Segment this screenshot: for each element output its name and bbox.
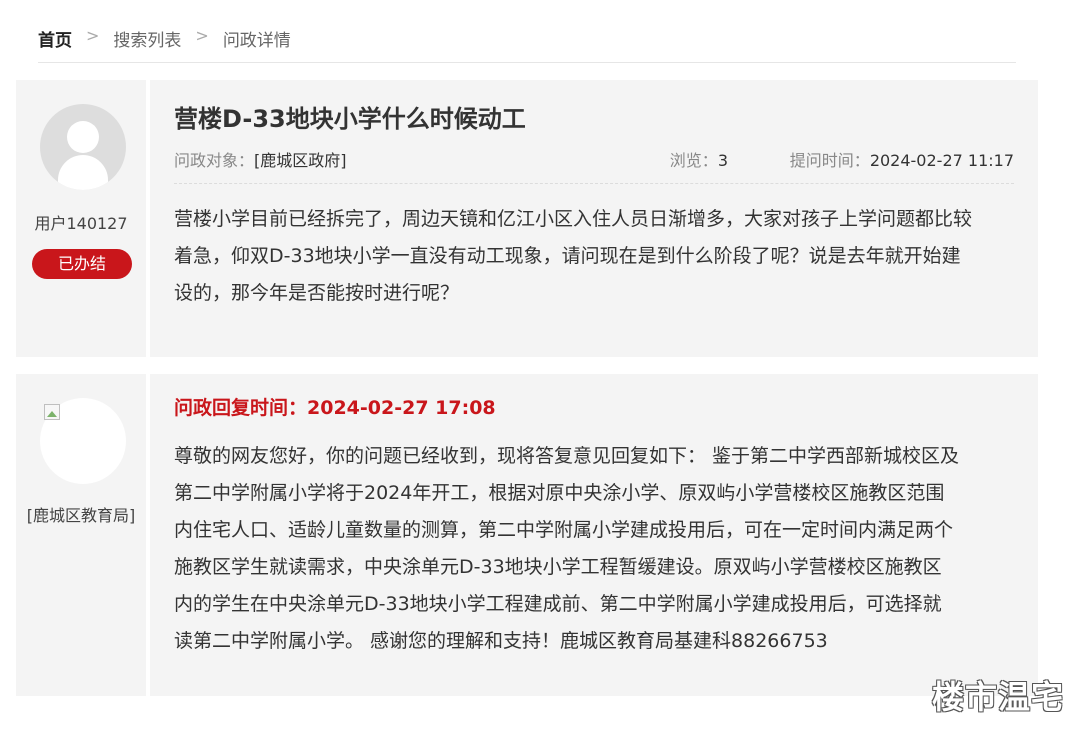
avatar-head-shape bbox=[67, 121, 99, 153]
question-target-label: 问政对象： bbox=[174, 151, 255, 170]
breadcrumb-home-link[interactable]: 首页 bbox=[38, 26, 72, 51]
question-content: 营楼小学目前已经拆完了，周边天镜和亿江小区入住人员日渐增多，大家对孩子上学问题都… bbox=[174, 208, 973, 304]
reply-dept-panel: [鹿城区教育局] bbox=[16, 374, 146, 696]
status-badge: 已办结 bbox=[32, 249, 132, 279]
question-views: 浏览：3 bbox=[670, 147, 728, 171]
user-avatar-icon bbox=[40, 104, 126, 190]
card-divider bbox=[146, 374, 150, 696]
broken-image-icon bbox=[44, 404, 60, 420]
reply-time: 问政回复时间：2024-02-27 17:08 bbox=[174, 393, 496, 420]
question-time: 提问时间：2024-02-27 11:17 bbox=[790, 147, 1014, 171]
question-time-label: 提问时间： bbox=[789, 151, 870, 170]
question-target: 问政对象：[鹿城区政府] bbox=[174, 147, 347, 171]
reply-department-name: [鹿城区教育局] bbox=[26, 506, 136, 525]
breadcrumb-search-list-link[interactable]: 搜索列表 bbox=[113, 26, 181, 51]
question-target-value: [鹿城区政府] bbox=[254, 151, 347, 170]
reply-card: [鹿城区教育局] 问政回复时间：2024-02-27 17:08 尊敬的网友您好… bbox=[16, 374, 1038, 696]
question-user-panel: 用户140127 已办结 bbox=[16, 80, 146, 357]
question-user-name: 用户140127 bbox=[34, 214, 128, 233]
question-meta: 问政对象：[鹿城区政府] 浏览：3 提问时间：2024-02-27 11:17 bbox=[174, 147, 1014, 184]
question-time-value: 2024-02-27 11:17 bbox=[869, 151, 1014, 170]
reply-content: 尊敬的网友您好，你的问题已经收到，现将答复意见回复如下： 鉴于第二中学西部新城校… bbox=[174, 445, 960, 652]
chevron-right-icon: > bbox=[86, 26, 100, 45]
reply-time-value: 2024-02-27 17:08 bbox=[307, 397, 496, 419]
breadcrumb-current-page: 问政详情 bbox=[222, 31, 291, 51]
reply-main: 问政回复时间：2024-02-27 17:08 尊敬的网友您好，你的问题已经收到… bbox=[174, 374, 1014, 696]
question-title: 营楼D-33地块小学什么时候动工 bbox=[174, 105, 526, 133]
card-divider bbox=[146, 80, 150, 357]
breadcrumb: 首页 > 搜索列表 > 问政详情 bbox=[38, 26, 1016, 63]
avatar-body-shape bbox=[58, 155, 108, 190]
question-views-value: 3 bbox=[717, 151, 728, 170]
question-card: 用户140127 已办结 营楼D-33地块小学什么时候动工 问政对象：[鹿城区政… bbox=[16, 80, 1038, 357]
reply-time-label: 问政回复时间： bbox=[174, 397, 308, 419]
chevron-right-icon: > bbox=[195, 26, 209, 45]
question-main: 营楼D-33地块小学什么时候动工 问政对象：[鹿城区政府] 浏览：3 提问时间：… bbox=[174, 80, 1014, 357]
watermark: 楼市温宅 bbox=[931, 678, 1064, 716]
question-views-label: 浏览： bbox=[669, 151, 718, 170]
department-avatar-image bbox=[40, 398, 126, 484]
